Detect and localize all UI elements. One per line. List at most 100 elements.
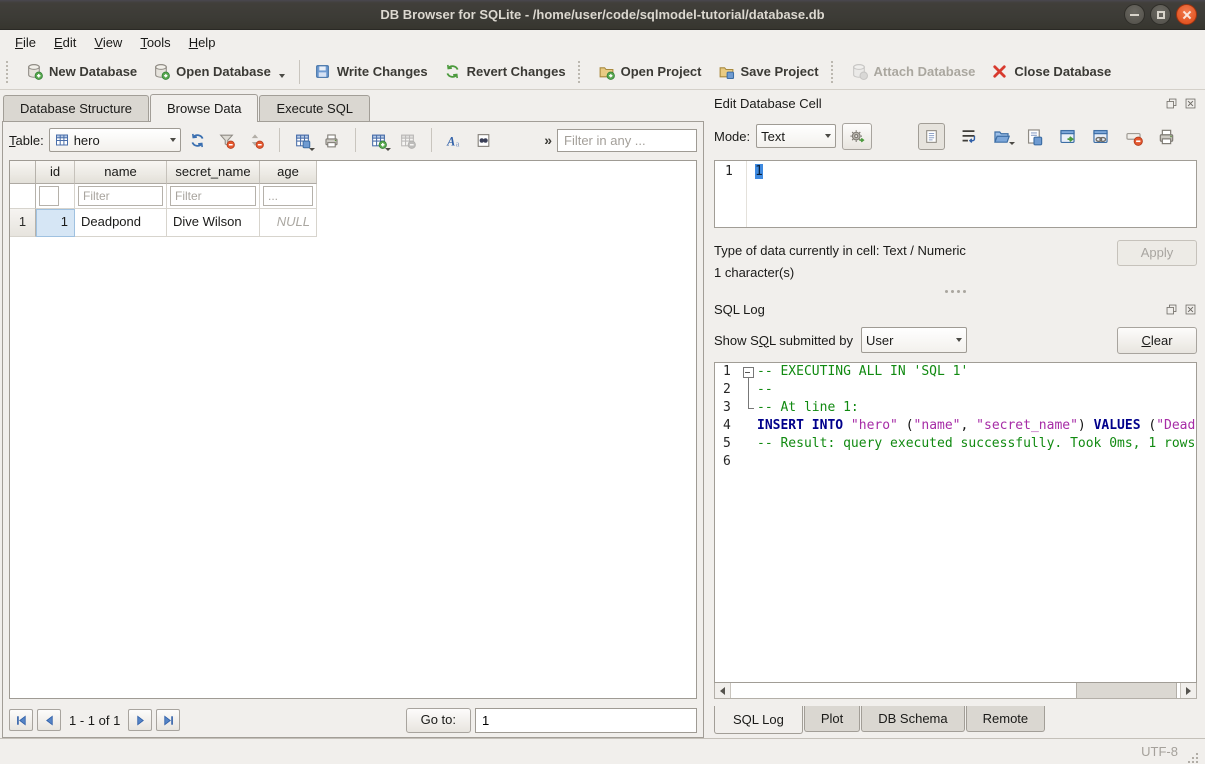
open-project-button[interactable]: Open Project — [590, 58, 710, 85]
mode-select[interactable]: Text — [756, 124, 836, 148]
menu-edit[interactable]: Edit — [45, 32, 85, 53]
goto-record-input[interactable] — [475, 708, 697, 733]
menu-file[interactable]: File — [6, 32, 45, 53]
clear-filters-button[interactable] — [215, 128, 239, 152]
cell-name[interactable]: Deadpond — [75, 209, 167, 237]
insert-record-button[interactable] — [367, 128, 391, 152]
sql-log-hscrollbar[interactable] — [714, 683, 1197, 699]
cell-secret_name[interactable]: Dive Wilson — [167, 209, 260, 237]
sql-log-view[interactable]: 1-- EXECUTING ALL IN 'SQL 1'2--3-- At li… — [714, 362, 1197, 683]
apply-format-button[interactable] — [842, 123, 872, 150]
log-segment-literal: "hero" — [851, 418, 898, 433]
toolbar-drag-handle[interactable] — [831, 61, 839, 83]
log-line-text: -- EXECUTING ALL IN 'SQL 1' — [757, 363, 1196, 381]
toolbar-drag-handle[interactable] — [578, 61, 586, 83]
save-project-button[interactable]: Save Project — [710, 58, 827, 85]
filter-input-secret_name[interactable] — [170, 186, 256, 206]
grid-corner-cell[interactable] — [10, 161, 36, 184]
scrollbar-thumb[interactable] — [1076, 683, 1177, 698]
tab-database-structure[interactable]: Database Structure — [3, 95, 149, 121]
revert-changes-button[interactable]: Revert Changes — [436, 58, 574, 85]
clear-sort-button[interactable] — [244, 128, 268, 152]
sql-source-select[interactable]: User — [861, 327, 967, 353]
close-dock-icon[interactable] — [1184, 303, 1197, 316]
fold-end-icon[interactable] — [741, 399, 757, 417]
tab-execute-sql[interactable]: Execute SQL — [259, 95, 370, 121]
filter-any-column-input[interactable] — [557, 129, 697, 152]
word-wrap-button[interactable] — [959, 127, 978, 146]
last-record-button[interactable] — [156, 709, 180, 731]
fold-start-icon[interactable] — [741, 363, 757, 381]
toolbar-overflow-chevron[interactable]: » — [544, 132, 552, 148]
dock-tab-plot[interactable]: Plot — [804, 706, 860, 732]
export-external-button[interactable] — [1058, 127, 1077, 146]
cell-editor[interactable]: 1 1 — [714, 160, 1197, 228]
fold-mid-icon[interactable] — [741, 381, 757, 399]
filter-input-name[interactable] — [78, 186, 163, 206]
open-database-button[interactable]: Open Database — [145, 58, 293, 85]
print-cell-button[interactable] — [1157, 127, 1176, 146]
filter-input-id[interactable] — [39, 186, 59, 206]
link-button[interactable] — [1091, 127, 1110, 146]
column-header-secret_name[interactable]: secret_name — [167, 161, 260, 184]
write-changes-button[interactable]: Write Changes — [306, 58, 436, 85]
dock-splitter[interactable] — [714, 284, 1197, 298]
column-header-name[interactable]: name — [75, 161, 167, 184]
menu-view[interactable]: View — [85, 32, 131, 53]
set-null-button[interactable] — [1124, 127, 1143, 146]
first-record-button[interactable] — [9, 709, 33, 731]
minimize-button[interactable] — [1124, 4, 1145, 25]
cell-editor-content[interactable]: 1 — [747, 161, 763, 227]
resize-grip[interactable] — [1186, 751, 1199, 764]
table-select[interactable]: hero — [49, 128, 181, 152]
find-button[interactable] — [472, 128, 496, 152]
next-record-button[interactable] — [128, 709, 152, 731]
maximize-button[interactable] — [1150, 4, 1171, 25]
column-header-id[interactable]: id — [36, 161, 75, 184]
print-button[interactable] — [320, 128, 344, 152]
previous-record-button[interactable] — [37, 709, 61, 731]
dropdown-caret-icon[interactable] — [279, 74, 285, 78]
refresh-button[interactable] — [186, 128, 210, 152]
save-file-button[interactable] — [1025, 127, 1044, 146]
column-header-age[interactable]: age — [260, 161, 317, 184]
float-dock-icon[interactable] — [1165, 97, 1178, 110]
row-header[interactable]: 1 — [10, 209, 36, 237]
dropdown-caret-icon[interactable] — [309, 148, 315, 151]
log-segment-keyword: INSERT INTO — [757, 418, 843, 433]
log-line-number: 4 — [715, 417, 741, 435]
filter-cell — [167, 184, 260, 209]
clear-log-button[interactable]: Clear — [1117, 327, 1197, 354]
dropdown-caret-icon[interactable] — [385, 148, 391, 151]
new-database-button[interactable]: New Database — [18, 58, 145, 85]
close-window-button[interactable] — [1176, 4, 1197, 25]
scroll-right-button[interactable] — [1180, 683, 1196, 698]
titlebar[interactable]: DB Browser for SQLite - /home/user/code/… — [0, 0, 1205, 30]
log-segment-literal: "Deadpond — [1156, 418, 1196, 433]
table-row[interactable]: 11DeadpondDive WilsonNULL — [10, 209, 696, 237]
toolbar-drag-handle[interactable] — [6, 61, 14, 83]
close-dock-icon[interactable] — [1184, 97, 1197, 110]
dock-tab-sql-log[interactable]: SQL Log — [714, 706, 803, 734]
menu-help[interactable]: Help — [180, 32, 225, 53]
log-segment-plain — [843, 418, 851, 433]
goto-button[interactable]: Go to: — [406, 708, 471, 733]
menu-tools[interactable]: Tools — [131, 32, 179, 53]
cell-age[interactable]: NULL — [260, 209, 317, 237]
link-icon — [1091, 127, 1110, 146]
cell-id[interactable]: 1 — [36, 209, 75, 237]
tab-browse-data[interactable]: Browse Data — [150, 94, 258, 121]
dock-tab-remote[interactable]: Remote — [966, 706, 1046, 732]
cell-info-row: Type of data currently in cell: Text / N… — [714, 240, 1197, 284]
first-record-icon — [15, 714, 28, 727]
dropdown-caret-icon[interactable] — [1009, 142, 1015, 145]
dock-tab-db-schema[interactable]: DB Schema — [861, 706, 964, 732]
format-font-button[interactable]: Aa — [443, 128, 467, 152]
float-dock-icon[interactable] — [1165, 303, 1178, 316]
import-file-button[interactable] — [992, 127, 1011, 146]
close-database-button[interactable]: Close Database — [983, 58, 1119, 85]
text-view-button[interactable] — [918, 123, 945, 150]
filter-input-age[interactable] — [263, 186, 313, 206]
save-table-button[interactable] — [291, 128, 315, 152]
scroll-left-button[interactable] — [715, 683, 731, 698]
